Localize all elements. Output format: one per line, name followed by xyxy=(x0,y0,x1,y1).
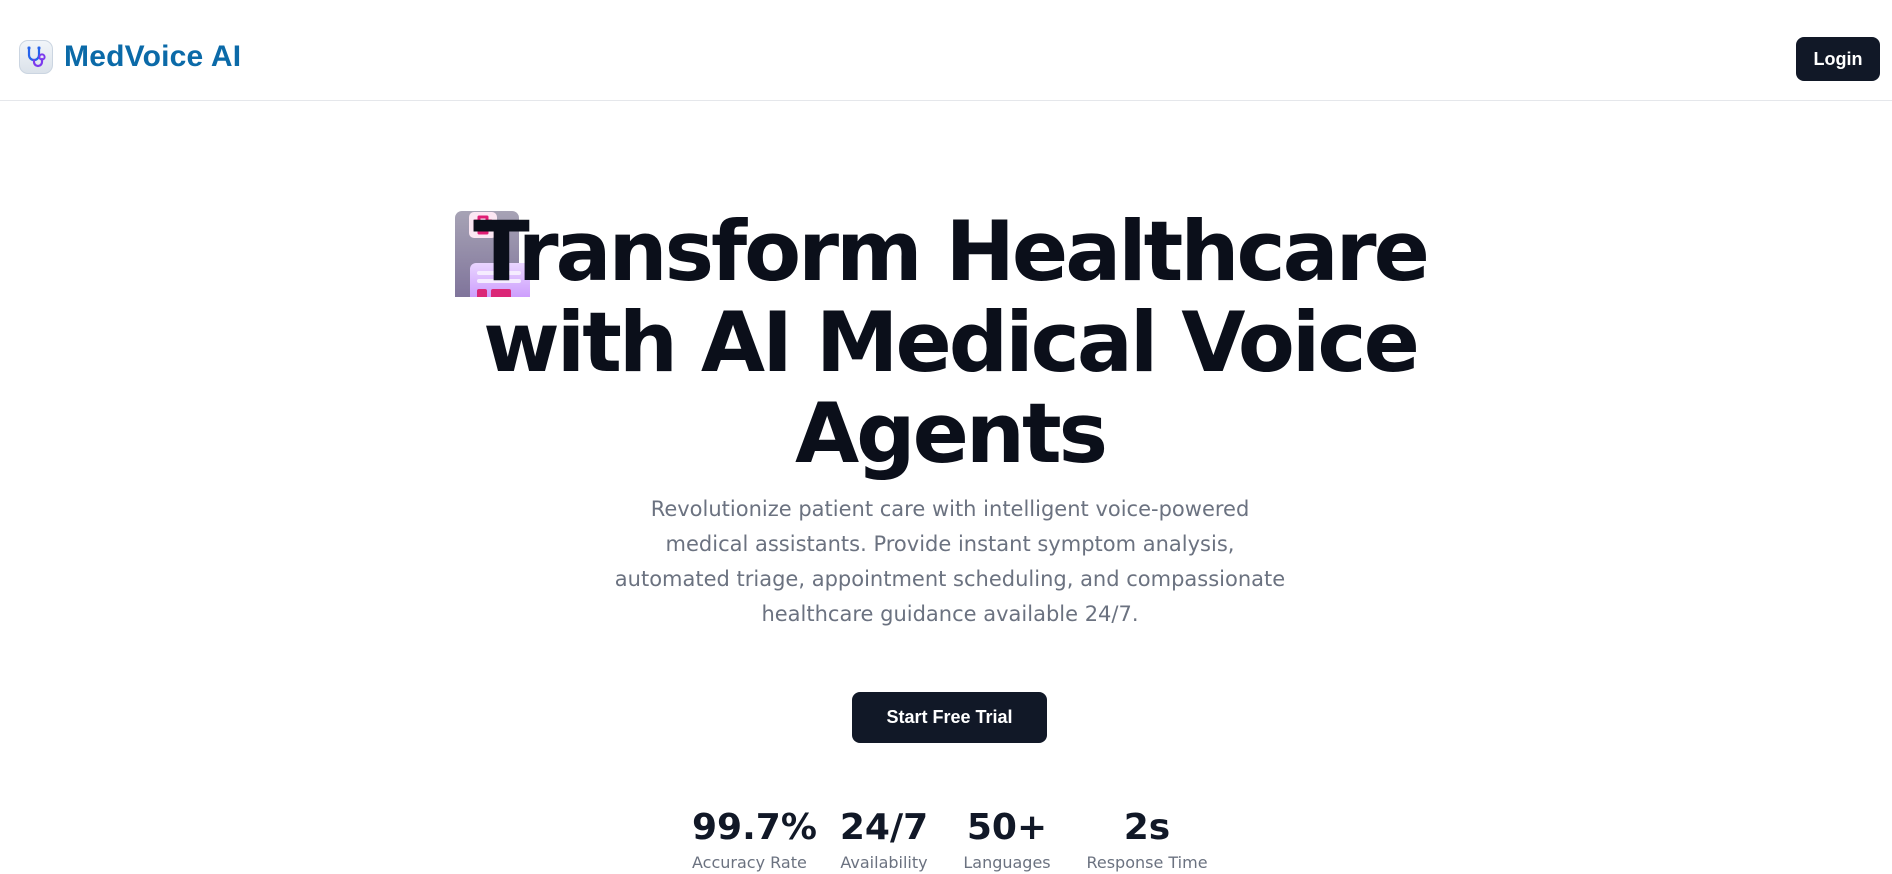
stat-availability: 24/7 Availability xyxy=(836,804,932,874)
hero-title: Transform Healthcare with AI Medical Voi… xyxy=(473,203,1430,482)
start-free-trial-button[interactable]: Start Free Trial xyxy=(852,692,1047,743)
stat-value: 2s xyxy=(1123,807,1171,848)
stat-accuracy: 99.7% Accuracy Rate xyxy=(692,804,817,874)
stat-label: Languages xyxy=(963,853,1051,872)
hero-subtitle: Revolutionize patient care with intellig… xyxy=(614,497,1286,626)
stat-value: 99.7% xyxy=(692,807,817,848)
stat-label: Response Time xyxy=(1086,853,1208,872)
stethoscope-icon xyxy=(19,40,53,74)
login-button[interactable]: Login xyxy=(1796,37,1880,81)
stat-languages: 50+ Languages xyxy=(962,804,1052,874)
stat-value: 24/7 xyxy=(839,807,929,848)
top-navbar: MedVoice AI Login xyxy=(0,0,1892,101)
stat-label: Availability xyxy=(840,853,928,872)
stat-value: 50+ xyxy=(966,807,1048,848)
stat-response-time: 2s Response Time xyxy=(1082,804,1212,874)
stat-label: Accuracy Rate xyxy=(692,853,807,872)
brand-logo-link[interactable]: MedVoice AI xyxy=(19,40,241,74)
brand-name: MedVoice AI xyxy=(64,40,242,73)
